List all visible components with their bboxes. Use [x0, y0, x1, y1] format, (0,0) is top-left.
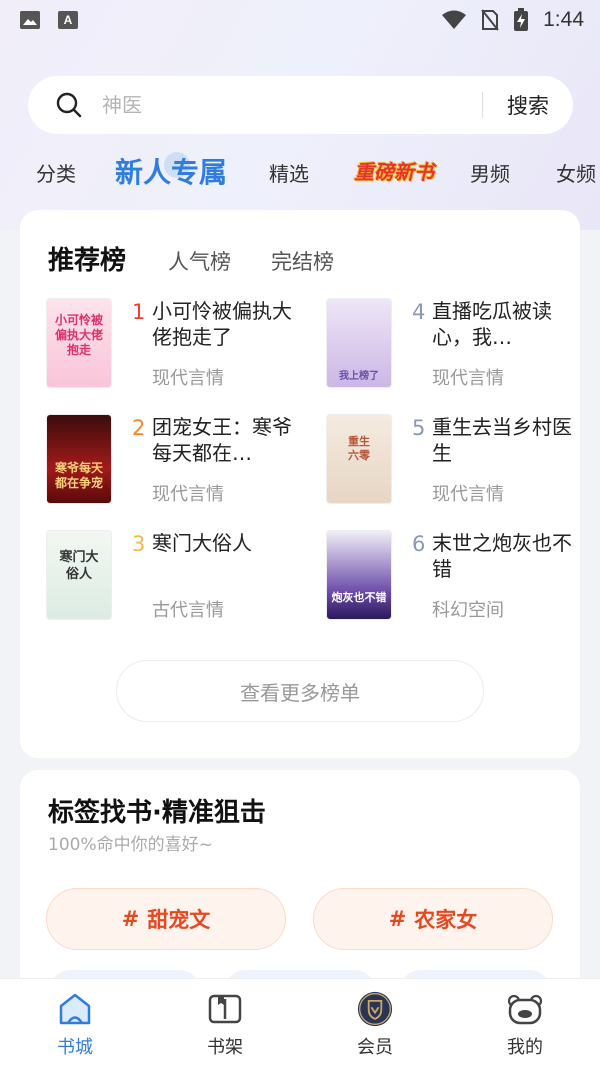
app-notification-icon: A: [58, 11, 78, 29]
book-item[interactable]: 小可怜被偏执大佬抱走 1 小可怜被偏执大佬抱走了 现代言情: [46, 298, 306, 390]
book-category: 科幻空间: [432, 600, 504, 621]
bottom-nav: 书城 书架 会员 我的: [0, 978, 600, 1066]
book-item[interactable]: 寒爷每天都在争宠 2 团宠女王：寒爷每天都在… 现代言情: [46, 414, 306, 506]
book-item[interactable]: 重生六零 5 重生去当乡村医生 现代言情: [326, 414, 586, 506]
rank-number: 3: [132, 532, 146, 556]
nav-bookstore[interactable]: 书城: [0, 979, 150, 1066]
nav-membership[interactable]: 会员: [300, 979, 450, 1066]
search-icon: [56, 92, 82, 118]
nav-bookshelf[interactable]: 书架: [150, 979, 300, 1066]
ranking-card: 推荐榜 人气榜 完结榜 小可怜被偏执大佬抱走 1 小可怜被偏执大佬抱走了 现代言…: [20, 210, 580, 758]
gallery-icon: [20, 11, 40, 29]
rank-number: 2: [132, 416, 146, 440]
book-category: 现代言情: [152, 368, 224, 389]
tag-label: 农家女: [414, 908, 478, 932]
wifi-icon: [442, 10, 467, 29]
book-cover: 我上榜了: [326, 298, 392, 388]
hash-icon: #: [388, 907, 407, 931]
tag-section-subtitle: 100%命中你的喜好~: [48, 835, 213, 855]
tag-button[interactable]: # 甜宠文: [46, 888, 286, 950]
tab-featured[interactable]: 精选: [269, 158, 309, 187]
nav-label: 会员: [357, 1037, 393, 1058]
tab-category[interactable]: 分类: [36, 158, 76, 187]
rank-number: 4: [412, 300, 426, 324]
book-title: 寒门大俗人: [152, 531, 252, 555]
battery-charging-icon: [514, 8, 529, 31]
rank-number: 1: [132, 300, 146, 324]
book-title: 直播吃瓜被读心，我…: [432, 299, 552, 349]
nav-label: 书架: [207, 1037, 243, 1058]
status-bar: A 1:44: [0, 0, 600, 40]
book-title: 末世之炮灰也不错: [432, 531, 572, 581]
tag-label: 甜宠文: [147, 908, 211, 932]
rank-number: 6: [412, 532, 426, 556]
tab-popular-rank[interactable]: 人气榜: [168, 246, 231, 276]
book-item[interactable]: 我上榜了 4 直播吃瓜被读心，我… 现代言情: [326, 298, 586, 390]
book-icon: [207, 991, 243, 1027]
book-cover: 小可怜被偏执大佬抱走: [46, 298, 112, 388]
tab-recommend-rank[interactable]: 推荐榜: [48, 240, 126, 277]
search-input[interactable]: [102, 93, 482, 117]
search-bar[interactable]: 搜索: [28, 76, 573, 134]
book-title: 团宠女王：寒爷每天都在…: [152, 415, 292, 465]
book-cover: 寒门大俗人: [46, 530, 112, 620]
hash-icon: #: [121, 907, 140, 931]
nav-label: 书城: [57, 1037, 93, 1058]
book-item[interactable]: 炮灰也不错 6 末世之炮灰也不错 科幻空间: [326, 530, 586, 622]
book-cover: 炮灰也不错: [326, 530, 392, 620]
book-cover: 重生六零: [326, 414, 392, 504]
profile-icon: [507, 991, 543, 1027]
book-category: 古代言情: [152, 600, 224, 621]
nav-profile[interactable]: 我的: [450, 979, 600, 1066]
tag-section-title: 标签找书·精准狙击: [48, 798, 266, 828]
book-title: 小可怜被偏执大佬抱走了: [152, 299, 292, 349]
book-category: 现代言情: [152, 484, 224, 505]
book-title: 重生去当乡村医生: [432, 415, 572, 465]
nav-label: 我的: [507, 1037, 543, 1058]
book-category: 现代言情: [432, 484, 504, 505]
tab-male[interactable]: 男频: [470, 158, 510, 187]
rank-number: 5: [412, 416, 426, 440]
tab-female[interactable]: 女频: [556, 158, 596, 187]
store-icon: [57, 991, 93, 1027]
status-time: 1:44: [543, 8, 584, 31]
tab-new-books-logo[interactable]: 重磅新书: [354, 156, 434, 185]
channel-tabs: 分类 新人专属 精选 重磅新书 男频 女频: [0, 146, 600, 200]
tab-finished-rank[interactable]: 完结榜: [271, 246, 334, 276]
book-item[interactable]: 寒门大俗人 3 寒门大俗人 古代言情: [46, 530, 306, 622]
no-sim-icon: [481, 9, 499, 31]
vip-shield-icon: [357, 991, 393, 1027]
search-divider: [482, 92, 483, 118]
search-button[interactable]: 搜索: [507, 90, 549, 120]
rank-tabs: 推荐榜 人气榜 完结榜: [48, 240, 374, 277]
tag-button[interactable]: # 农家女: [313, 888, 553, 950]
more-rankings-button[interactable]: 查看更多榜单: [116, 660, 484, 722]
book-cover: 寒爷每天都在争宠: [46, 414, 112, 504]
book-category: 现代言情: [432, 368, 504, 389]
tab-newcomer[interactable]: 新人专属: [115, 151, 227, 191]
